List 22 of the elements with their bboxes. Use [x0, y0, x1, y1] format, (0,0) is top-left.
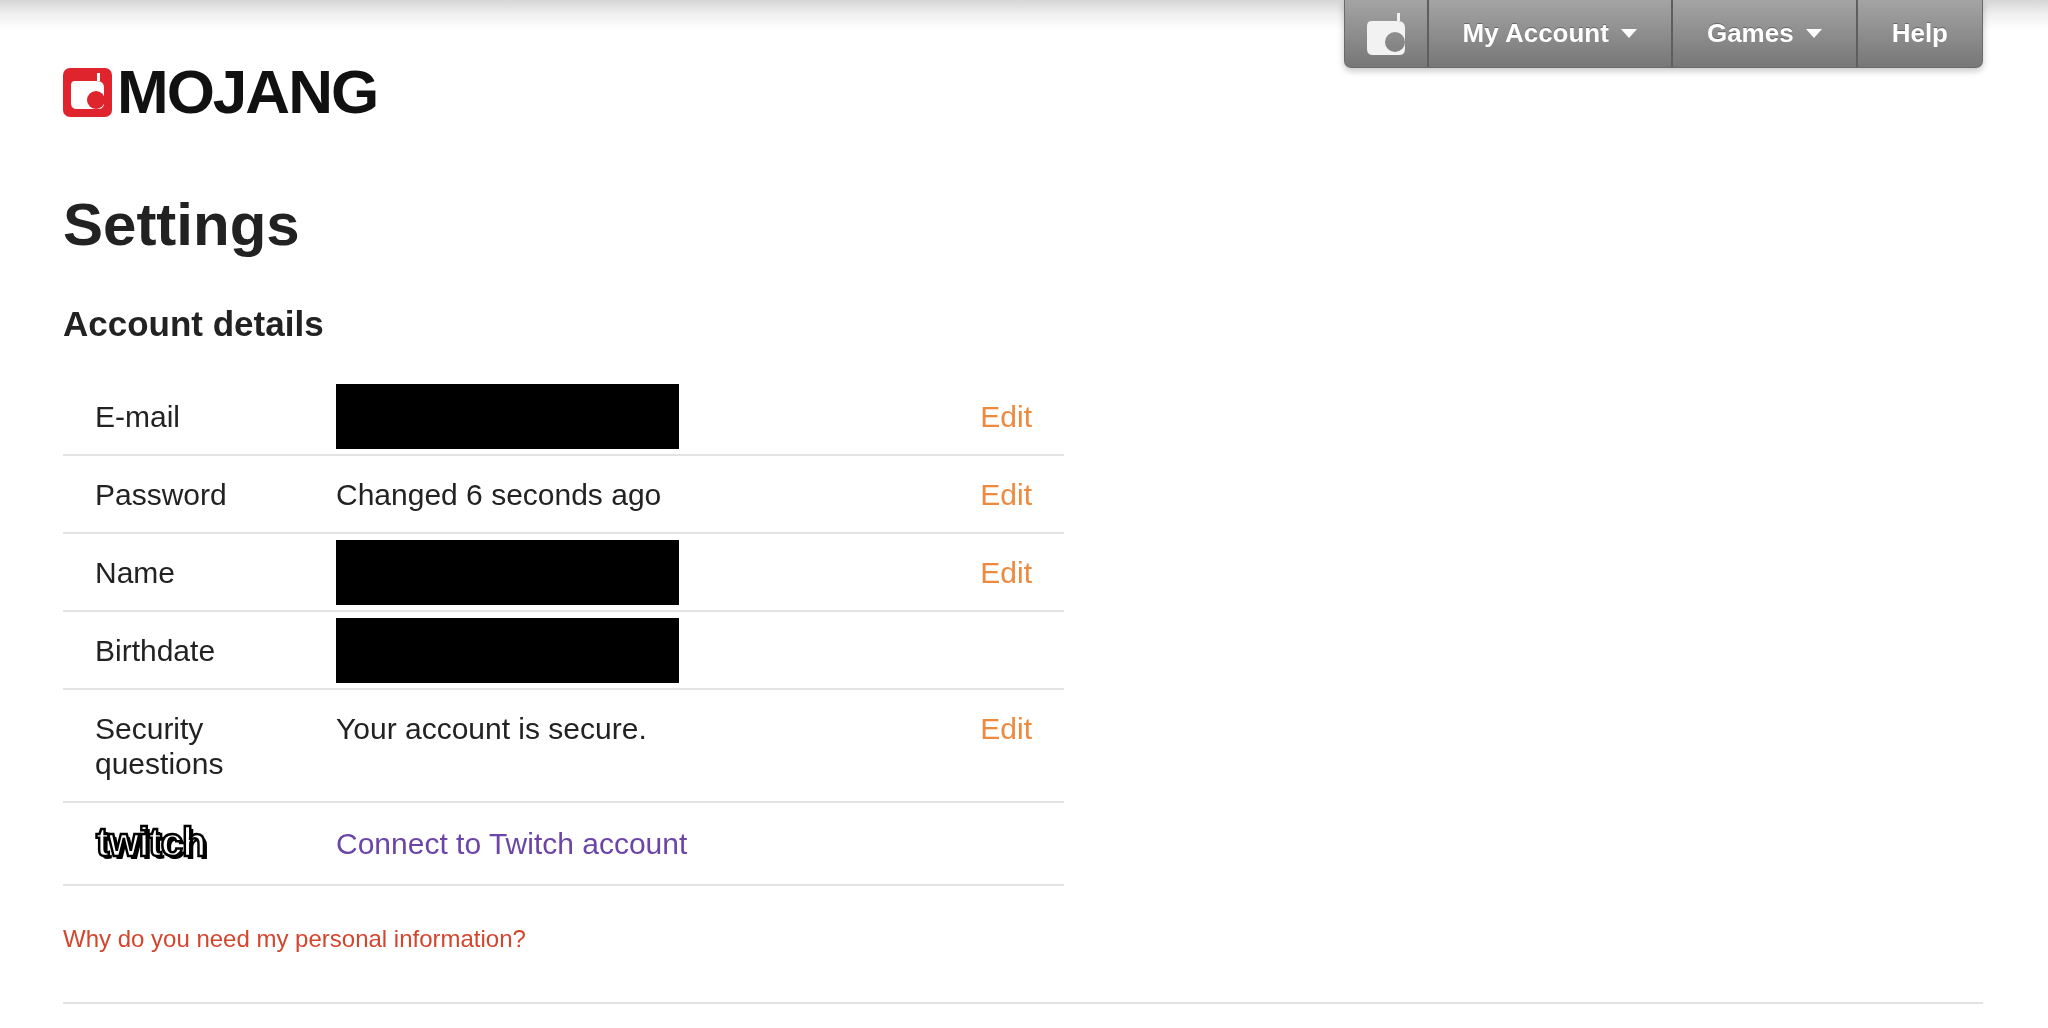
field-label: Password [95, 477, 227, 512]
info-link[interactable]: Why do you need my personal information? [63, 924, 526, 954]
edit-link[interactable]: Edit [980, 399, 1032, 434]
nav-menu-item[interactable]: Help [1855, 0, 1982, 67]
page-title: Settings [63, 190, 300, 260]
field-value: Your account is secure. [336, 711, 647, 746]
nav-menu-item[interactable]: My Account [1426, 0, 1671, 67]
edit-link[interactable]: Edit [980, 477, 1032, 512]
section-title: Account details [63, 303, 324, 345]
edit-link[interactable]: Edit [980, 555, 1032, 590]
twitch-logo: twitch [95, 822, 208, 865]
field-label: Name [95, 555, 176, 590]
connect-account-link[interactable]: Connect to Twitch account [336, 826, 688, 861]
logo-icon [63, 67, 112, 117]
logo-icon [1364, 11, 1407, 56]
edit-link[interactable]: Edit [980, 711, 1032, 746]
field-label: Security questions [95, 711, 225, 781]
logo-wordmark: MOJANG [117, 68, 378, 116]
nav-menu-item[interactable]: Games [1670, 0, 1856, 67]
field-label: Birthdate [95, 633, 216, 668]
field-value: Changed 6 seconds ago [336, 477, 662, 512]
field-label: E-mail [95, 399, 180, 434]
